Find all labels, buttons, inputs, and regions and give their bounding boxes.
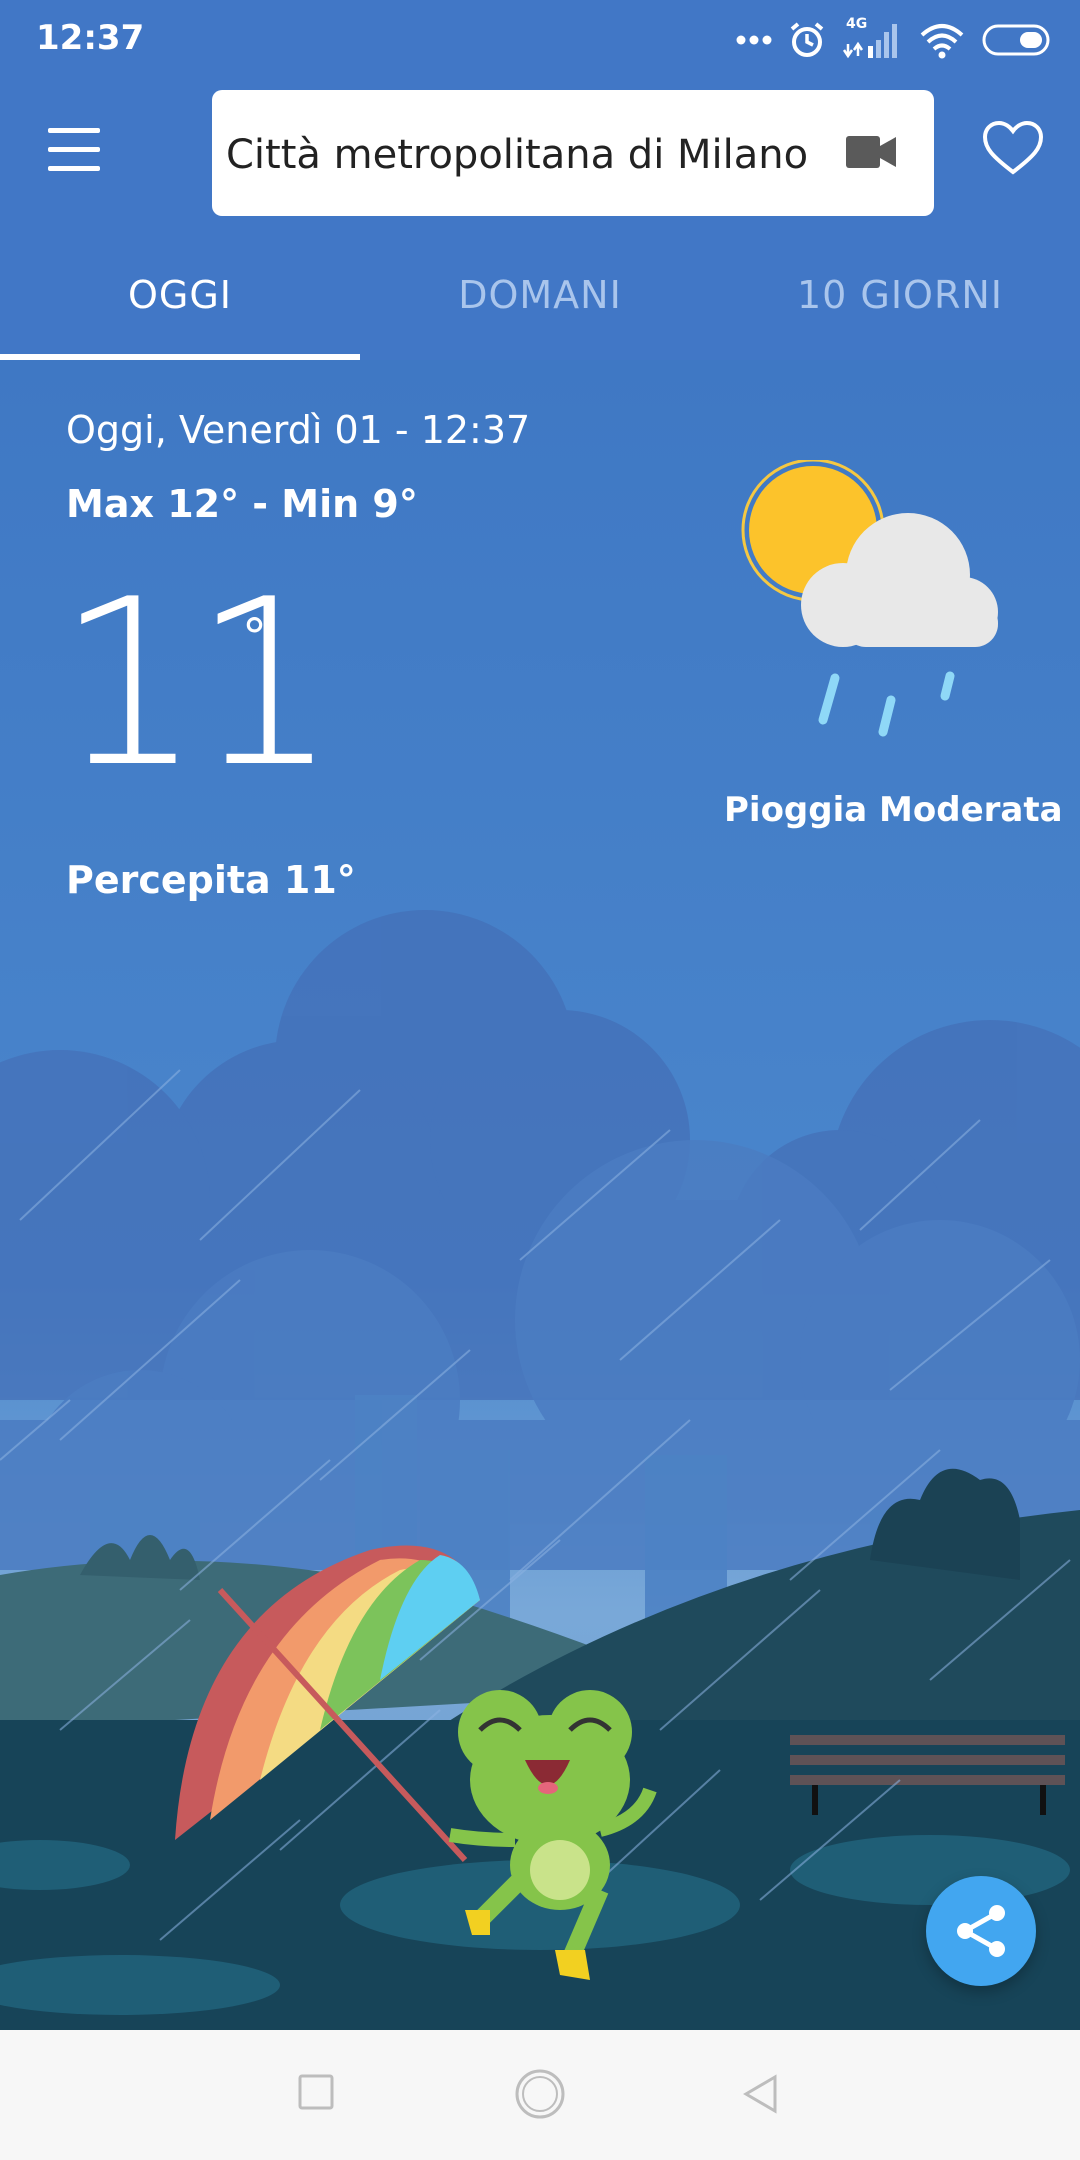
wifi-icon xyxy=(920,24,964,59)
share-icon xyxy=(957,1905,1005,1957)
tab-domani[interactable]: DOMANI xyxy=(360,240,720,360)
status-icons: 4G xyxy=(736,16,1052,62)
menu-button[interactable] xyxy=(48,128,106,176)
app-bar: Città metropolitana di Milano OGGI DOMAN… xyxy=(0,78,1080,360)
share-button[interactable] xyxy=(926,1876,1036,1986)
sun-cloud-rain-icon xyxy=(741,460,998,737)
alarm-icon xyxy=(790,22,824,57)
current-temperature: 11 xyxy=(56,551,339,818)
day-tabs: OGGI DOMANI 10 GIORNI xyxy=(0,240,1080,360)
max-min-temperature: Max 12° - Min 9° xyxy=(66,482,418,526)
battery-icon xyxy=(982,24,1050,56)
location-name: Città metropolitana di Milano xyxy=(226,132,809,178)
weather-condition: Pioggia Moderata xyxy=(724,790,1063,830)
system-navigation-bar xyxy=(0,2030,1080,2160)
degree-symbol: ° xyxy=(242,608,267,666)
location-search-box[interactable]: Città metropolitana di Milano xyxy=(212,90,934,216)
status-bar: 12:37 4G xyxy=(0,0,1080,78)
tab-oggi[interactable]: OGGI xyxy=(0,240,360,360)
feels-like-temperature: Percepita 11° xyxy=(66,858,356,902)
weather-scene: Oggi, Venerdì 01 - 12:37 Max 12° - Min 9… xyxy=(0,360,1080,2030)
status-time: 12:37 xyxy=(36,18,145,58)
back-triangle-icon[interactable] xyxy=(742,2074,778,2114)
square-icon[interactable] xyxy=(298,2074,334,2110)
signal-icon: 4G xyxy=(842,16,902,60)
tab-10-giorni[interactable]: 10 GIORNI xyxy=(720,240,1080,360)
dots-icon xyxy=(736,35,772,45)
current-date: Oggi, Venerdì 01 - 12:37 xyxy=(66,408,531,452)
heart-icon[interactable] xyxy=(982,120,1044,176)
circle-icon[interactable] xyxy=(514,2068,566,2120)
video-camera-icon[interactable] xyxy=(846,134,896,170)
